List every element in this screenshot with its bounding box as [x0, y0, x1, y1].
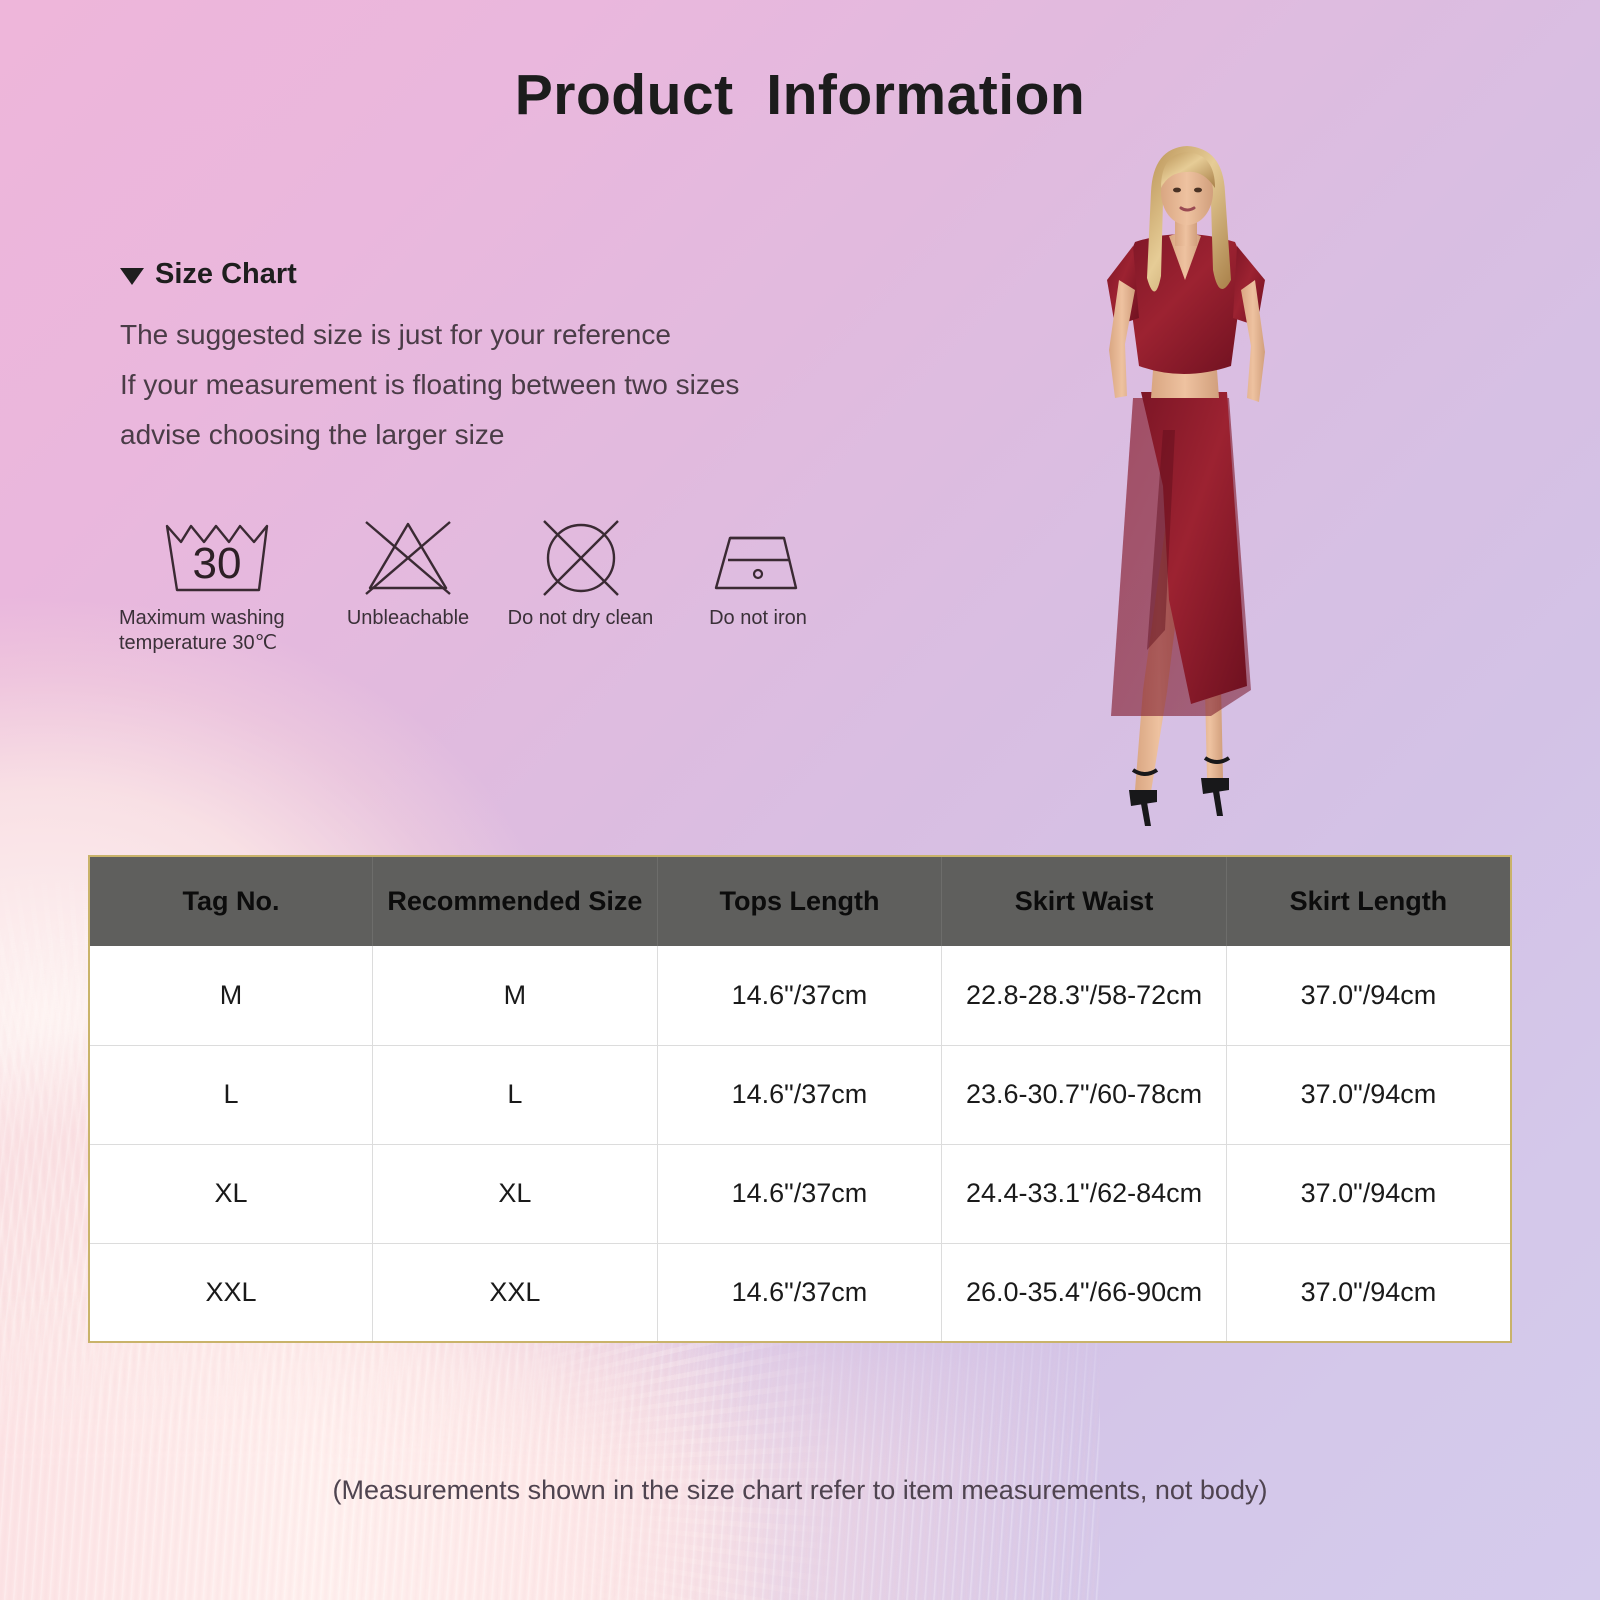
- column-header-tag-no: Tag No.: [89, 856, 374, 946]
- care-symbol-label: Maximum washing temperature 30℃: [119, 607, 285, 654]
- product-information-page: Product Information Size Chart The sugge…: [0, 0, 1600, 1600]
- cell-skirt-length: 37.0"/94cm: [1226, 1143, 1511, 1243]
- cell-tag-no: XXL: [89, 1242, 374, 1342]
- table-header-row: Tag No. Recommended Size Tops Length Ski…: [89, 856, 1511, 946]
- cell-skirt-waist: 24.4-33.1"/62-84cm: [941, 1143, 1227, 1243]
- table-row: L L 14.6"/37cm 23.6-30.7"/60-78cm 37.0"/…: [89, 1044, 1511, 1144]
- cell-recommended-size: L: [372, 1044, 658, 1144]
- care-symbols-row: 30 Maximum washing temperature 30℃ Unble…: [118, 510, 838, 656]
- table-row: M M 14.6"/37cm 22.8-28.3"/58-72cm 37.0"/…: [89, 946, 1511, 1045]
- wash-tub-30-icon: 30: [159, 510, 277, 598]
- size-chart-heading-label: Size Chart: [155, 258, 297, 290]
- size-chart-table: Tag No. Recommended Size Tops Length Ski…: [88, 855, 1512, 1343]
- column-header-recommended-size: Recommended Size: [372, 856, 658, 946]
- care-symbol-do-not-dry-clean: Do not dry clean: [493, 510, 668, 631]
- measurements-footnote: (Measurements shown in the size chart re…: [332, 1475, 1268, 1505]
- cell-skirt-waist: 26.0-35.4"/66-90cm: [941, 1242, 1227, 1342]
- page-title: Product Information: [514, 63, 1086, 127]
- column-header-skirt-length: Skirt Length: [1226, 856, 1511, 946]
- model-photo: [1015, 130, 1355, 830]
- cell-recommended-size: XXL: [372, 1242, 658, 1342]
- table-row: XXL XXL 14.6"/37cm 26.0-35.4"/66-90cm 37…: [89, 1242, 1511, 1342]
- column-header-skirt-waist: Skirt Waist: [941, 856, 1227, 946]
- size-chart-note-line-3: advise choosing the larger size: [120, 419, 505, 450]
- cell-tag-no: L: [89, 1044, 374, 1144]
- cell-skirt-length: 37.0"/94cm: [1226, 1242, 1511, 1342]
- do-not-iron-icon: [706, 510, 810, 598]
- care-symbol-label: Unbleachable: [346, 607, 470, 629]
- do-not-bleach-icon: [358, 510, 458, 598]
- do-not-dry-clean-icon: [531, 510, 631, 598]
- cell-tops-length: 14.6"/37cm: [657, 1044, 943, 1144]
- cell-skirt-length: 37.0"/94cm: [1226, 1044, 1511, 1144]
- cell-skirt-length: 37.0"/94cm: [1300, 979, 1437, 1010]
- cell-skirt-waist: 22.8-28.3"/58-72cm: [941, 946, 1227, 1045]
- triangle-down-icon: [120, 268, 144, 285]
- cell-tops-length: 14.6"/37cm: [657, 1242, 943, 1342]
- table-row: XL XL 14.6"/37cm 24.4-33.1"/62-84cm 37.0…: [89, 1143, 1511, 1243]
- size-chart-section: Size Chart The suggested size is just fo…: [120, 258, 940, 460]
- cell-tag-no: XL: [89, 1143, 374, 1243]
- care-symbol-unbleachable: Unbleachable: [328, 510, 488, 631]
- care-symbol-do-not-iron: Do not iron: [678, 510, 838, 631]
- care-symbol-label: Do not dry clean: [507, 607, 654, 629]
- cell-skirt-waist: 23.6-30.7"/60-78cm: [941, 1044, 1227, 1144]
- cell-tops-length: 14.6"/37cm: [657, 1143, 943, 1243]
- cell-tag-no: M: [89, 946, 374, 1045]
- size-chart-note-line-1: The suggested size is just for your refe…: [120, 319, 671, 350]
- cell-recommended-size: XL: [372, 1143, 658, 1243]
- care-symbol-label: Do not iron: [709, 607, 807, 629]
- column-header-tops-length: Tops Length: [657, 856, 943, 946]
- size-chart-heading: Size Chart: [120, 258, 940, 291]
- cell-tops-length: 14.6"/37cm: [657, 946, 943, 1045]
- cell-recommended-size: M: [372, 946, 658, 1045]
- svg-text:30: 30: [193, 539, 242, 588]
- care-symbol-max-wash-temp: 30 Maximum washing temperature 30℃: [118, 510, 318, 656]
- size-chart-note-line-2: If your measurement is floating between …: [120, 369, 740, 400]
